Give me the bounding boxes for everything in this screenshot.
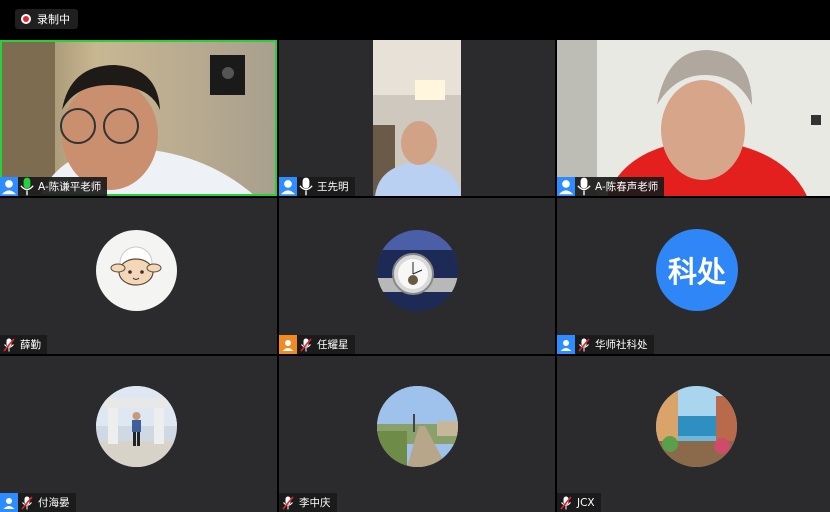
mic-muted-icon bbox=[279, 493, 297, 512]
user-icon bbox=[279, 335, 297, 354]
participant-name: A-陈谦平老师 bbox=[38, 181, 102, 193]
user-icon bbox=[0, 177, 18, 196]
sheep-avatar bbox=[96, 230, 177, 311]
recording-label: 录制中 bbox=[37, 13, 70, 26]
participant-name: 王先明 bbox=[317, 181, 349, 193]
photo-avatar bbox=[96, 386, 177, 467]
video-tile-3[interactable]: A-陈春声老师 bbox=[557, 40, 830, 196]
video-tile-4[interactable]: 薛勤 bbox=[0, 198, 277, 354]
watch-avatar bbox=[377, 230, 458, 311]
video-tile-1[interactable]: A-陈谦平老师 bbox=[0, 40, 277, 196]
participant-namebar: JCX bbox=[557, 493, 601, 512]
participant-name: JCX bbox=[577, 496, 595, 509]
participant-video bbox=[0, 40, 277, 196]
participant-namebar: 薛勤 bbox=[0, 335, 47, 354]
participant-video bbox=[279, 40, 555, 196]
participant-name: A-陈春声老师 bbox=[595, 181, 659, 193]
participant-name: 付海晏 bbox=[38, 497, 70, 509]
participant-name: 李中庆 bbox=[299, 497, 331, 509]
participant-name: 薛勤 bbox=[20, 339, 41, 351]
mic-muted-icon bbox=[18, 493, 36, 512]
participant-name: 华师社科处 bbox=[595, 339, 648, 351]
participant-name: 任耀星 bbox=[317, 339, 349, 351]
user-icon bbox=[0, 493, 18, 512]
participant-video bbox=[557, 40, 830, 196]
record-icon bbox=[21, 14, 31, 24]
video-tile-7[interactable]: 付海晏 bbox=[0, 356, 277, 512]
mic-muted-icon bbox=[0, 335, 18, 354]
participant-namebar: 付海晏 bbox=[0, 493, 76, 512]
participant-namebar: A-陈谦平老师 bbox=[0, 177, 108, 196]
mic-muted-icon bbox=[297, 335, 315, 354]
photo-avatar bbox=[656, 386, 737, 467]
participant-namebar: 王先明 bbox=[279, 177, 355, 196]
user-icon bbox=[279, 177, 297, 196]
video-tile-6[interactable]: 科处 华师社科处 bbox=[557, 198, 830, 354]
text-avatar: 科处 bbox=[656, 229, 738, 311]
participant-namebar: 华师社科处 bbox=[557, 335, 654, 354]
photo-avatar bbox=[377, 386, 458, 467]
mic-active-icon bbox=[18, 177, 36, 196]
mic-icon bbox=[575, 177, 593, 196]
mic-muted-icon bbox=[575, 335, 593, 354]
mic-icon bbox=[297, 177, 315, 196]
mic-muted-icon bbox=[557, 493, 575, 512]
participant-namebar: 李中庆 bbox=[279, 493, 337, 512]
user-icon bbox=[557, 335, 575, 354]
participant-namebar: 任耀星 bbox=[279, 335, 355, 354]
user-icon bbox=[557, 177, 575, 196]
video-tile-8[interactable]: 李中庆 bbox=[279, 356, 555, 512]
top-bar: 录制中 bbox=[0, 0, 830, 40]
participant-namebar: A-陈春声老师 bbox=[557, 177, 665, 196]
video-tile-5[interactable]: 任耀星 bbox=[279, 198, 555, 354]
video-tile-2[interactable]: 王先明 bbox=[279, 40, 555, 196]
video-tile-9[interactable]: JCX bbox=[557, 356, 830, 512]
recording-indicator[interactable]: 录制中 bbox=[15, 9, 78, 29]
